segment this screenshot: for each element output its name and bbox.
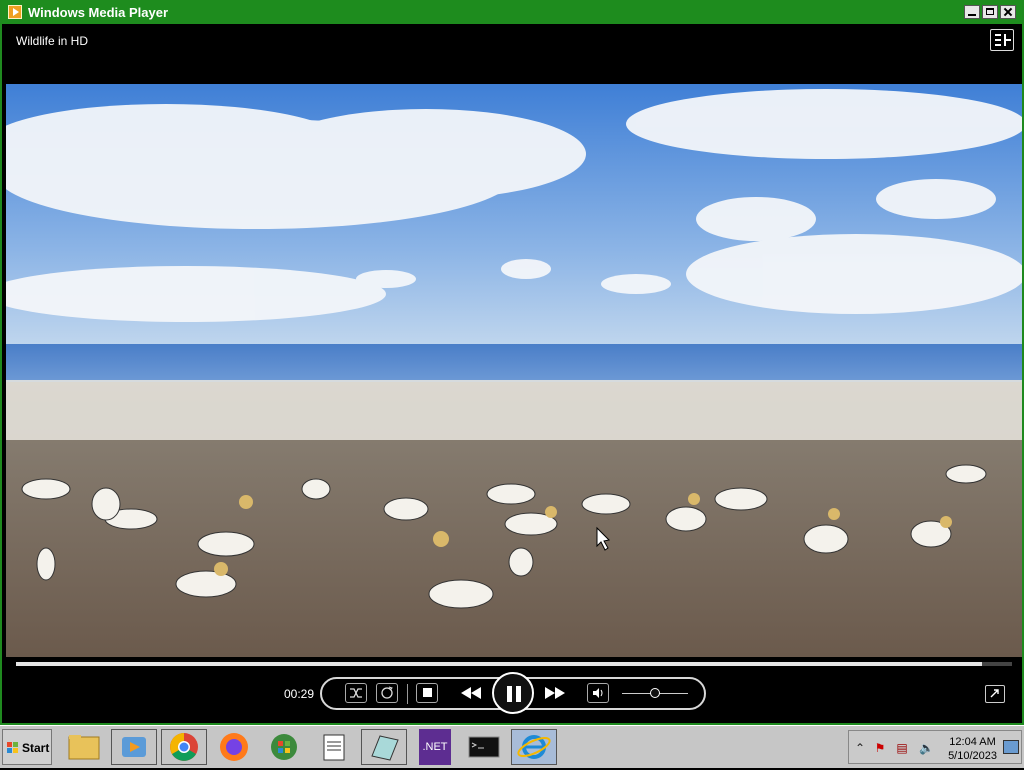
windows-orb-icon	[271, 734, 297, 760]
repeat-button[interactable]	[376, 683, 398, 703]
control-divider	[407, 684, 408, 704]
stop-icon	[422, 688, 432, 697]
close-button[interactable]	[1000, 5, 1016, 19]
next-button[interactable]	[538, 683, 572, 703]
title-bar[interactable]: Windows Media Player	[2, 0, 1022, 24]
elapsed-time: 00:29	[284, 687, 315, 701]
network-icon[interactable]: ▤	[895, 741, 909, 755]
notepad-icon	[323, 734, 345, 761]
seek-progress	[16, 662, 982, 666]
speaker-tray-icon[interactable]: 🔈	[919, 741, 934, 755]
pause-button[interactable]	[492, 672, 534, 714]
mute-button[interactable]	[587, 683, 609, 703]
windows-flag-icon	[7, 742, 19, 754]
taskbar-chrome[interactable]	[161, 729, 207, 765]
internet-explorer-icon	[517, 735, 551, 759]
fullscreen-icon	[990, 689, 999, 698]
taskbar-clock[interactable]: 12:04 AM 5/10/2023	[948, 735, 997, 763]
previous-icon	[461, 687, 481, 699]
chrome-icon	[170, 733, 198, 761]
switch-to-library-icon	[995, 34, 1001, 36]
previous-button[interactable]	[454, 683, 488, 703]
taskbar-internet-explorer[interactable]	[511, 729, 557, 765]
clock-date: 5/10/2023	[948, 750, 997, 762]
clock-time: 12:04 AM	[949, 736, 996, 748]
media-player-icon	[8, 5, 22, 19]
video-display[interactable]	[6, 84, 1022, 657]
taskbar-firefox[interactable]	[211, 729, 257, 765]
taskbar-file-explorer[interactable]	[61, 729, 107, 765]
volume-slider-thumb[interactable]	[650, 688, 660, 698]
seek-bar[interactable]	[16, 662, 1012, 666]
window-title: Windows Media Player	[28, 5, 169, 20]
switch-to-library-button[interactable]	[990, 29, 1014, 51]
taskbar-dotnet[interactable]: .NET	[419, 729, 451, 765]
folder-icon	[68, 735, 100, 760]
system-tray: ⌃ ⚑ ▤ 🔈 12:04 AM 5/10/2023	[848, 730, 1022, 764]
now-playing-title: Wildlife in HD	[16, 34, 89, 48]
taskbar-command-prompt[interactable]	[461, 729, 507, 765]
show-desktop-button[interactable]	[1003, 740, 1019, 754]
firefox-icon	[220, 733, 248, 761]
shuffle-icon	[350, 688, 362, 698]
show-hidden-icons-icon[interactable]: ⌃	[853, 741, 867, 755]
fullscreen-button[interactable]	[985, 685, 1005, 703]
paint-icon	[371, 735, 399, 761]
start-button[interactable]: Start	[2, 729, 52, 765]
shuffle-button[interactable]	[345, 683, 367, 703]
media-center-icon	[122, 737, 146, 757]
action-center-flag-icon[interactable]: ⚑	[873, 741, 887, 755]
taskbar-paint[interactable]	[361, 729, 407, 765]
minimize-button[interactable]	[964, 5, 980, 19]
taskbar-windows-update[interactable]	[261, 729, 307, 765]
media-player-window: Windows Media Player Wildlife in HD 00:2…	[0, 0, 1024, 725]
taskbar-media-center[interactable]	[111, 729, 157, 765]
pause-icon	[507, 686, 512, 702]
speaker-icon	[593, 688, 603, 698]
stop-button[interactable]	[416, 683, 438, 703]
start-label: Start	[22, 741, 50, 755]
repeat-icon	[381, 686, 393, 699]
taskbar: Start .NET ⌃ ⚑ ▤ 🔈 12:04 AM 5/10/2023	[0, 725, 1024, 768]
maximize-button[interactable]	[982, 5, 998, 19]
command-prompt-icon	[468, 736, 500, 758]
taskbar-notepad[interactable]	[311, 729, 357, 765]
next-icon	[545, 687, 565, 699]
